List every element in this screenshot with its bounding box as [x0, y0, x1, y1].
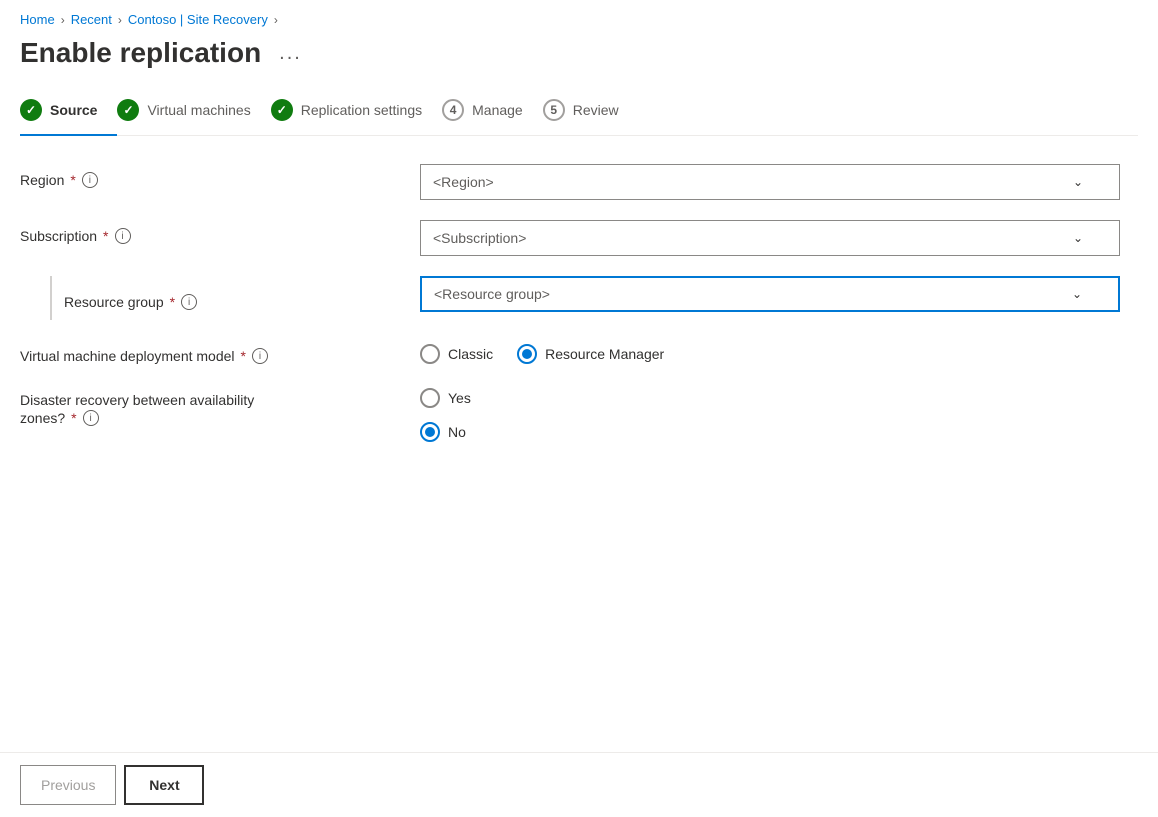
region-label: Region * i [20, 164, 400, 188]
previous-button[interactable]: Previous [20, 765, 116, 805]
breadcrumb-home[interactable]: Home [20, 12, 55, 27]
breadcrumb-contoso[interactable]: Contoso | Site Recovery [128, 12, 268, 27]
wizard-step-virtual-machines[interactable]: ✓ Virtual machines [117, 89, 270, 135]
deployment-model-classic-label: Classic [448, 346, 493, 362]
deployment-model-control: Classic Resource Manager [420, 340, 1120, 364]
subscription-label-text: Subscription [20, 228, 97, 244]
step-label-review: Review [573, 102, 619, 118]
disaster-recovery-no-dot [425, 427, 435, 437]
footer: Previous Next [0, 752, 1158, 817]
wizard-step-manage[interactable]: 4 Manage [442, 89, 543, 135]
disaster-recovery-no-radio [420, 422, 440, 442]
region-select-value: <Region> [433, 174, 494, 190]
resource-group-control: <Resource group> ⌄ [420, 276, 1120, 320]
region-label-text: Region [20, 172, 64, 188]
deployment-model-label: Virtual machine deployment model * i [20, 340, 400, 364]
subscription-select[interactable]: <Subscription> ⌄ [420, 220, 1120, 256]
wizard-step-replication-settings[interactable]: ✓ Replication settings [271, 89, 442, 135]
deployment-model-classic-option[interactable]: Classic [420, 344, 493, 364]
more-options-button[interactable]: ... [273, 40, 308, 67]
breadcrumb-recent[interactable]: Recent [71, 12, 112, 27]
region-row: Region * i <Region> ⌄ [20, 164, 1120, 200]
resource-group-required: * [170, 294, 175, 310]
deployment-model-resource-manager-label: Resource Manager [545, 346, 664, 362]
page-title: Enable replication [20, 37, 261, 69]
breadcrumb: Home › Recent › Contoso | Site Recovery … [0, 0, 1158, 33]
subscription-row: Subscription * i <Subscription> ⌄ [20, 220, 1120, 256]
region-select[interactable]: <Region> ⌄ [420, 164, 1120, 200]
region-info-icon[interactable]: i [82, 172, 98, 188]
disaster-recovery-required: * [71, 410, 76, 426]
breadcrumb-sep-1: › [61, 13, 65, 27]
checkmark-icon-3: ✓ [277, 103, 287, 117]
deployment-model-row: Virtual machine deployment model * i Cla… [20, 340, 1120, 364]
form-section: Region * i <Region> ⌄ Subscription * i <… [20, 164, 1120, 442]
breadcrumb-sep-2: › [118, 13, 122, 27]
region-chevron-icon: ⌄ [1073, 175, 1083, 189]
breadcrumb-sep-3: › [274, 13, 278, 27]
resource-group-label-text: Resource group [64, 294, 164, 310]
disaster-recovery-label-text-line1: Disaster recovery between availability [20, 392, 254, 408]
wizard-step-source[interactable]: ✓ Source [20, 89, 117, 135]
disaster-recovery-radio-group: Yes No [420, 384, 1120, 442]
step-icon-review: 5 [543, 99, 565, 121]
subscription-required: * [103, 228, 108, 244]
deployment-model-radio-group: Classic Resource Manager [420, 340, 1120, 364]
deployment-model-classic-radio [420, 344, 440, 364]
subscription-info-icon[interactable]: i [115, 228, 131, 244]
disaster-recovery-yes-label: Yes [448, 390, 471, 406]
step-icon-source: ✓ [20, 99, 42, 121]
subscription-chevron-icon: ⌄ [1073, 231, 1083, 245]
next-button[interactable]: Next [124, 765, 204, 805]
disaster-recovery-yes-option[interactable]: Yes [420, 388, 1120, 408]
step-icon-replication-settings: ✓ [271, 99, 293, 121]
disaster-recovery-no-label: No [448, 424, 466, 440]
subscription-label: Subscription * i [20, 220, 400, 244]
checkmark-icon: ✓ [26, 103, 36, 117]
resource-group-label: Resource group * i [60, 276, 400, 320]
resource-group-info-icon[interactable]: i [181, 294, 197, 310]
step-label-source: Source [50, 102, 97, 118]
resource-group-select-value: <Resource group> [434, 286, 550, 302]
disaster-recovery-label-line2: zones? * i [20, 410, 99, 426]
disaster-recovery-row: Disaster recovery between availability z… [20, 384, 1120, 442]
wizard-steps: ✓ Source ✓ Virtual machines ✓ Replicatio… [20, 89, 1138, 136]
disaster-recovery-no-option[interactable]: No [420, 422, 1120, 442]
disaster-recovery-label-line1: Disaster recovery between availability [20, 392, 254, 408]
disaster-recovery-info-icon[interactable]: i [83, 410, 99, 426]
resource-group-chevron-icon: ⌄ [1072, 287, 1082, 301]
wizard-step-review[interactable]: 5 Review [543, 89, 639, 135]
disaster-recovery-label-text-line2: zones? [20, 410, 65, 426]
region-control: <Region> ⌄ [420, 164, 1120, 200]
deployment-model-info-icon[interactable]: i [252, 348, 268, 364]
step-icon-virtual-machines: ✓ [117, 99, 139, 121]
checkmark-icon-2: ✓ [123, 103, 133, 117]
deployment-model-required: * [241, 348, 246, 364]
step-label-manage: Manage [472, 102, 523, 118]
region-required: * [70, 172, 75, 188]
disaster-recovery-control: Yes No [420, 384, 1120, 442]
disaster-recovery-label: Disaster recovery between availability z… [20, 384, 400, 426]
resource-group-select[interactable]: <Resource group> ⌄ [420, 276, 1120, 312]
step-label-virtual-machines: Virtual machines [147, 102, 250, 118]
main-content: ✓ Source ✓ Virtual machines ✓ Replicatio… [0, 89, 1158, 752]
step-label-replication-settings: Replication settings [301, 102, 422, 118]
subscription-control: <Subscription> ⌄ [420, 220, 1120, 256]
deployment-model-resource-manager-option[interactable]: Resource Manager [517, 344, 664, 364]
deployment-model-resource-manager-radio [517, 344, 537, 364]
deployment-model-label-text: Virtual machine deployment model [20, 348, 235, 364]
step-icon-manage: 4 [442, 99, 464, 121]
page-header: Enable replication ... [0, 33, 1158, 89]
deployment-model-resource-manager-dot [522, 349, 532, 359]
subscription-select-value: <Subscription> [433, 230, 526, 246]
disaster-recovery-yes-radio [420, 388, 440, 408]
